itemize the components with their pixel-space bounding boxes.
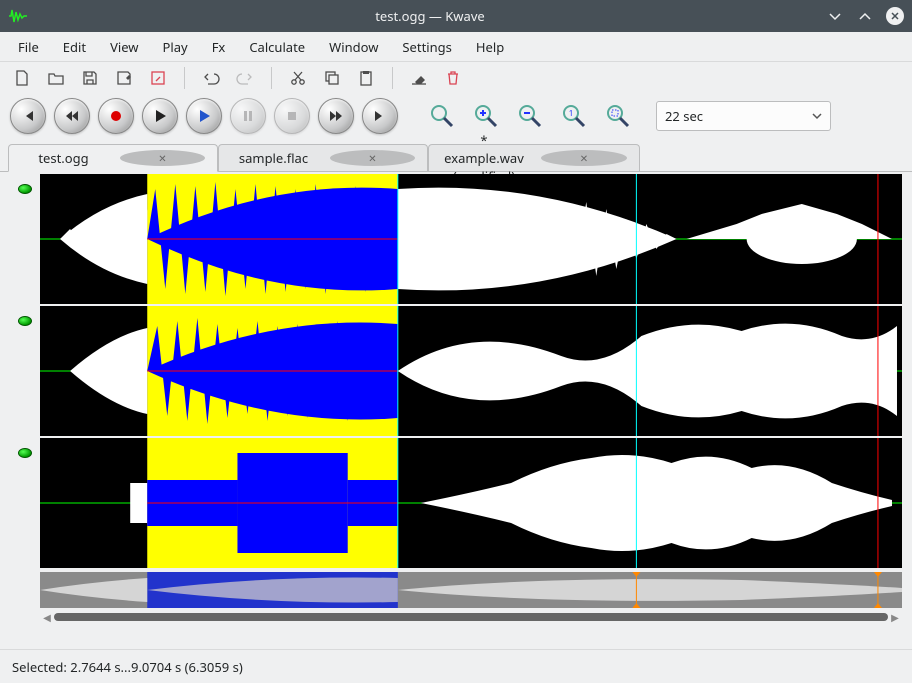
horizontal-scrollbar[interactable]: ◀ ▶ [40,610,902,624]
close-file-icon[interactable] [146,66,170,90]
copy-icon[interactable] [320,66,344,90]
redo-icon[interactable] [233,66,257,90]
track-led[interactable] [10,174,40,304]
pause-icon[interactable] [230,98,266,134]
stop-icon[interactable] [274,98,310,134]
menu-file[interactable]: File [8,34,49,60]
menu-calculate[interactable]: Calculate [239,34,315,60]
save-as-icon[interactable] [112,66,136,90]
overview-row [10,572,902,608]
zoom-fit-icon[interactable] [424,98,460,134]
menu-edit[interactable]: Edit [53,34,96,60]
svg-text:1: 1 [569,108,574,119]
new-file-icon[interactable] [10,66,34,90]
menu-window[interactable]: Window [319,34,388,60]
chevron-down-icon [812,107,822,125]
tab-sample-flac[interactable]: sample.flac ✕ [218,144,428,171]
forward-icon[interactable] [318,98,354,134]
undo-icon[interactable] [199,66,223,90]
statusbar: Selected: 2.7644 s...9.0704 s (6.3059 s) [0,649,912,683]
window-title: test.ogg — Kwave [34,7,826,25]
file-toolbar [0,62,912,94]
track-row [10,174,902,304]
scroll-left-icon[interactable]: ◀ [40,610,54,624]
zoom-select[interactable]: 22 sec [656,101,831,131]
menu-settings[interactable]: Settings [392,34,461,60]
track-row [10,438,902,568]
waveform-canvas-3[interactable] [40,438,902,568]
tab-test-ogg[interactable]: test.ogg ✕ [8,144,218,172]
maximize-button[interactable] [856,7,874,25]
cut-icon[interactable] [286,66,310,90]
tab-label: sample.flac [231,149,316,167]
toolbar-divider [392,67,393,89]
scrollbar-row: ◀ ▶ [10,608,902,626]
waveform-canvas-1[interactable] [40,174,902,304]
track-led[interactable] [10,438,40,568]
zoom-1to1-icon[interactable]: 1 [556,98,592,134]
record-icon[interactable] [98,98,134,134]
close-button[interactable] [886,7,904,25]
paste-icon[interactable] [354,66,378,90]
waveform-area: ◀ ▶ [0,172,912,649]
zoom-selection-icon[interactable] [600,98,636,134]
app-icon [8,6,28,26]
play-loop-icon[interactable] [186,98,222,134]
scroll-right-icon[interactable]: ▶ [888,610,902,624]
rewind-icon[interactable] [54,98,90,134]
menu-fx[interactable]: Fx [202,34,236,60]
status-text: Selected: 2.7644 s...9.0704 s (6.3059 s) [12,658,243,676]
overview-canvas[interactable] [40,572,902,608]
save-icon[interactable] [78,66,102,90]
skip-end-icon[interactable] [362,98,398,134]
close-tab-icon[interactable]: ✕ [330,150,415,166]
track-led[interactable] [10,306,40,436]
erase-icon[interactable] [407,66,431,90]
zoom-in-icon[interactable] [468,98,504,134]
menu-play[interactable]: Play [153,34,198,60]
titlebar: test.ogg — Kwave [0,0,912,32]
tab-label: test.ogg [21,149,106,167]
skip-start-icon[interactable] [10,98,46,134]
delete-icon[interactable] [441,66,465,90]
open-file-icon[interactable] [44,66,68,90]
waveform-canvas-2[interactable] [40,306,902,436]
menubar: File Edit View Play Fx Calculate Window … [0,32,912,62]
play-icon[interactable] [142,98,178,134]
toolbar-divider [271,67,272,89]
close-tab-icon[interactable]: ✕ [120,150,205,166]
menu-help[interactable]: Help [466,34,514,60]
tabs: test.ogg ✕ sample.flac ✕ * example.wav (… [0,142,912,172]
zoom-out-icon[interactable] [512,98,548,134]
track-row [10,306,902,436]
zoom-value: 22 sec [665,107,703,125]
toolbar-divider [184,67,185,89]
tab-example-wav[interactable]: * example.wav (modified) ✕ [428,144,640,171]
menu-view[interactable]: View [100,34,148,60]
close-tab-icon[interactable]: ✕ [541,150,627,166]
minimize-button[interactable] [826,7,844,25]
